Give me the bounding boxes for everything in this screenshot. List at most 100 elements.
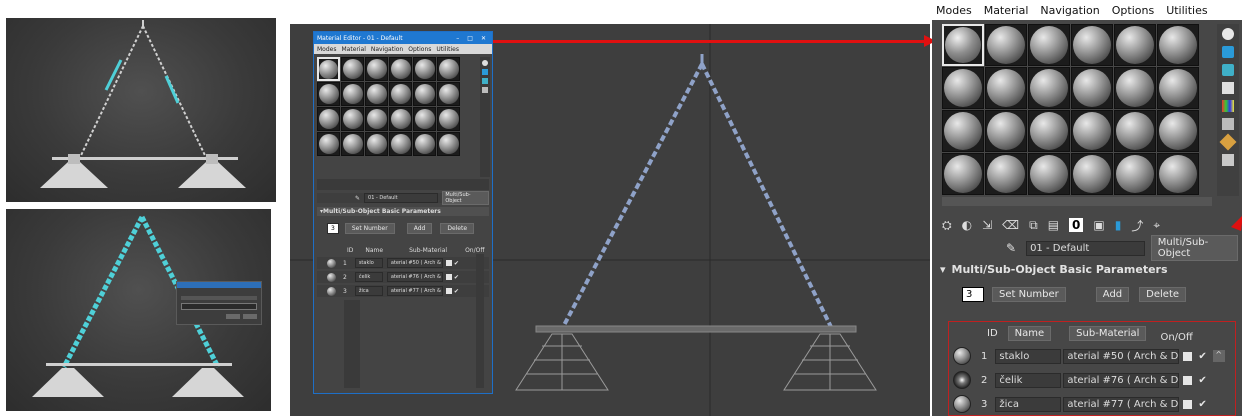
delete-button[interactable]: Delete	[440, 222, 475, 234]
row-name[interactable]: žica	[354, 286, 383, 296]
row-submaterial[interactable]: aterial #77 ( Arch & Design	[386, 286, 443, 296]
row-submaterial[interactable]: aterial #76 ( Arch & Design	[386, 272, 443, 282]
submaterial-swatch[interactable]	[953, 347, 971, 365]
row-name[interactable]: čelik	[354, 272, 383, 282]
slots-scrollbar-h[interactable]	[942, 197, 1212, 206]
sample-slot[interactable]	[1114, 67, 1156, 109]
sample-slot[interactable]	[985, 153, 1027, 195]
sample-slot[interactable]	[1028, 110, 1070, 152]
put-to-library-icon[interactable]: ▤	[1048, 218, 1059, 232]
material-toolbar-small[interactable]	[317, 179, 489, 190]
material-name-field[interactable]: 01 - Default	[364, 193, 439, 203]
background-icon[interactable]	[1222, 64, 1234, 76]
sample-slot[interactable]	[1114, 153, 1156, 195]
table-scrollbar[interactable]	[476, 254, 484, 388]
video-color-check-icon[interactable]	[1222, 100, 1234, 112]
sample-slot[interactable]	[1028, 67, 1070, 109]
row-onoff-check[interactable]: ✔	[1198, 399, 1206, 410]
sample-slot[interactable]	[1028, 153, 1070, 195]
sample-slot[interactable]	[1028, 24, 1070, 66]
uv-tiling-icon[interactable]	[1222, 82, 1234, 94]
material-name-field[interactable]: 01 - Default	[1026, 240, 1145, 256]
sample-slot[interactable]	[317, 57, 340, 81]
viewport-top-left[interactable]	[6, 18, 276, 202]
delete-button[interactable]: Delete	[1139, 286, 1187, 302]
menu-navigation[interactable]: Navigation	[371, 46, 403, 53]
sample-slot[interactable]	[985, 24, 1027, 66]
material-type-button[interactable]: Multi/Sub-Object	[442, 191, 489, 205]
sample-slot[interactable]	[317, 82, 340, 106]
rollout-header[interactable]: ▾ Multi/Sub-Object Basic Parameters	[317, 207, 489, 216]
material-id-channel-icon[interactable]: 0	[1069, 218, 1084, 232]
go-to-parent-icon[interactable]: ⤴	[1131, 217, 1143, 234]
menu-navigation[interactable]: Navigation	[1040, 4, 1099, 17]
sample-slot[interactable]	[1071, 24, 1113, 66]
row-submaterial[interactable]: aterial #50 ( Arch & Design	[386, 258, 443, 268]
sample-slot[interactable]	[413, 57, 436, 81]
row-color-swatch[interactable]	[1183, 375, 1193, 385]
sample-slot[interactable]	[1157, 24, 1199, 66]
sample-slot[interactable]	[317, 107, 340, 131]
sample-slot[interactable]	[413, 107, 436, 131]
col-name[interactable]: Name	[1007, 325, 1052, 341]
set-number-button[interactable]: Set Number	[992, 286, 1066, 302]
table-row[interactable]: 3 žica aterial #77 ( Arch & Design ✔	[953, 394, 1233, 414]
make-unique-icon[interactable]: ⧉	[1029, 218, 1038, 233]
row-onoff-check[interactable]: ✔	[454, 260, 459, 267]
sample-slot[interactable]	[365, 82, 388, 106]
sample-slot[interactable]	[437, 82, 460, 106]
sample-slot[interactable]	[389, 132, 412, 156]
material-count-field[interactable]: 3	[327, 222, 339, 234]
menu-utilities[interactable]: Utilities	[1166, 4, 1207, 17]
table-row[interactable]: 1 staklo aterial #50 ( Arch & Design ✔	[317, 257, 489, 269]
col-submaterial[interactable]: Sub-Material	[1069, 325, 1147, 341]
submaterial-swatch[interactable]	[327, 286, 336, 296]
sample-type-icon[interactable]	[482, 60, 488, 66]
row-color-swatch[interactable]	[445, 260, 452, 266]
backlight-icon[interactable]	[482, 69, 488, 75]
sample-slot[interactable]	[985, 110, 1027, 152]
viewport-bottom-left[interactable]	[6, 209, 271, 411]
row-submaterial[interactable]: aterial #76 ( Arch & Design	[1063, 372, 1180, 388]
row-submaterial[interactable]: aterial #77 ( Arch & Design	[1063, 396, 1180, 412]
menu-material[interactable]: Material	[984, 4, 1029, 17]
sample-slot[interactable]	[365, 57, 388, 81]
sample-slot[interactable]	[413, 132, 436, 156]
eyedropper-icon[interactable]: ✎	[1006, 241, 1016, 255]
material-editor-titlebar[interactable]: Material Editor - 01 - Default – □ ✕	[314, 32, 492, 44]
menu-options[interactable]: Options	[408, 46, 431, 53]
dialog-cancel-button[interactable]	[243, 314, 257, 319]
select-by-material-icon[interactable]	[1222, 154, 1234, 166]
sample-slot[interactable]	[1157, 110, 1199, 152]
add-button[interactable]: Add	[1095, 286, 1130, 302]
backlight-icon[interactable]	[1222, 46, 1234, 58]
row-onoff-check[interactable]: ✔	[454, 274, 459, 281]
sample-slot[interactable]	[942, 110, 984, 152]
row-name[interactable]: čelik	[995, 372, 1062, 388]
sample-slot[interactable]	[437, 57, 460, 81]
show-map-icon[interactable]: ▣	[1093, 218, 1104, 232]
options-icon[interactable]	[1219, 133, 1237, 151]
sample-slot[interactable]	[942, 67, 984, 109]
row-submaterial[interactable]: aterial #50 ( Arch & Design	[1063, 348, 1180, 364]
row-color-swatch[interactable]	[445, 274, 452, 280]
background-icon[interactable]	[482, 78, 488, 84]
scroll-up-icon[interactable]: ^	[1212, 350, 1225, 362]
table-row[interactable]: 1 staklo aterial #50 ( Arch & Design ✔ ^	[953, 346, 1233, 366]
submaterial-swatch[interactable]	[953, 395, 971, 413]
sample-slot[interactable]	[437, 132, 460, 156]
row-name[interactable]: staklo	[354, 258, 383, 268]
sample-slot[interactable]	[985, 67, 1027, 109]
submaterial-swatch[interactable]	[327, 258, 336, 268]
sample-slot[interactable]	[1114, 24, 1156, 66]
menu-options[interactable]: Options	[1112, 4, 1154, 17]
assign-material-icon[interactable]: ⇲	[982, 218, 992, 232]
row-name[interactable]: žica	[995, 396, 1062, 412]
sample-slot[interactable]	[389, 57, 412, 81]
set-number-button[interactable]: Set Number	[344, 222, 395, 234]
sample-slot[interactable]	[341, 107, 364, 131]
close-icon[interactable]: ✕	[481, 35, 486, 42]
pick-material-icon[interactable]: ⌖	[1153, 218, 1160, 233]
sample-slot[interactable]	[1157, 67, 1199, 109]
menu-utilities[interactable]: Utilities	[436, 46, 459, 53]
